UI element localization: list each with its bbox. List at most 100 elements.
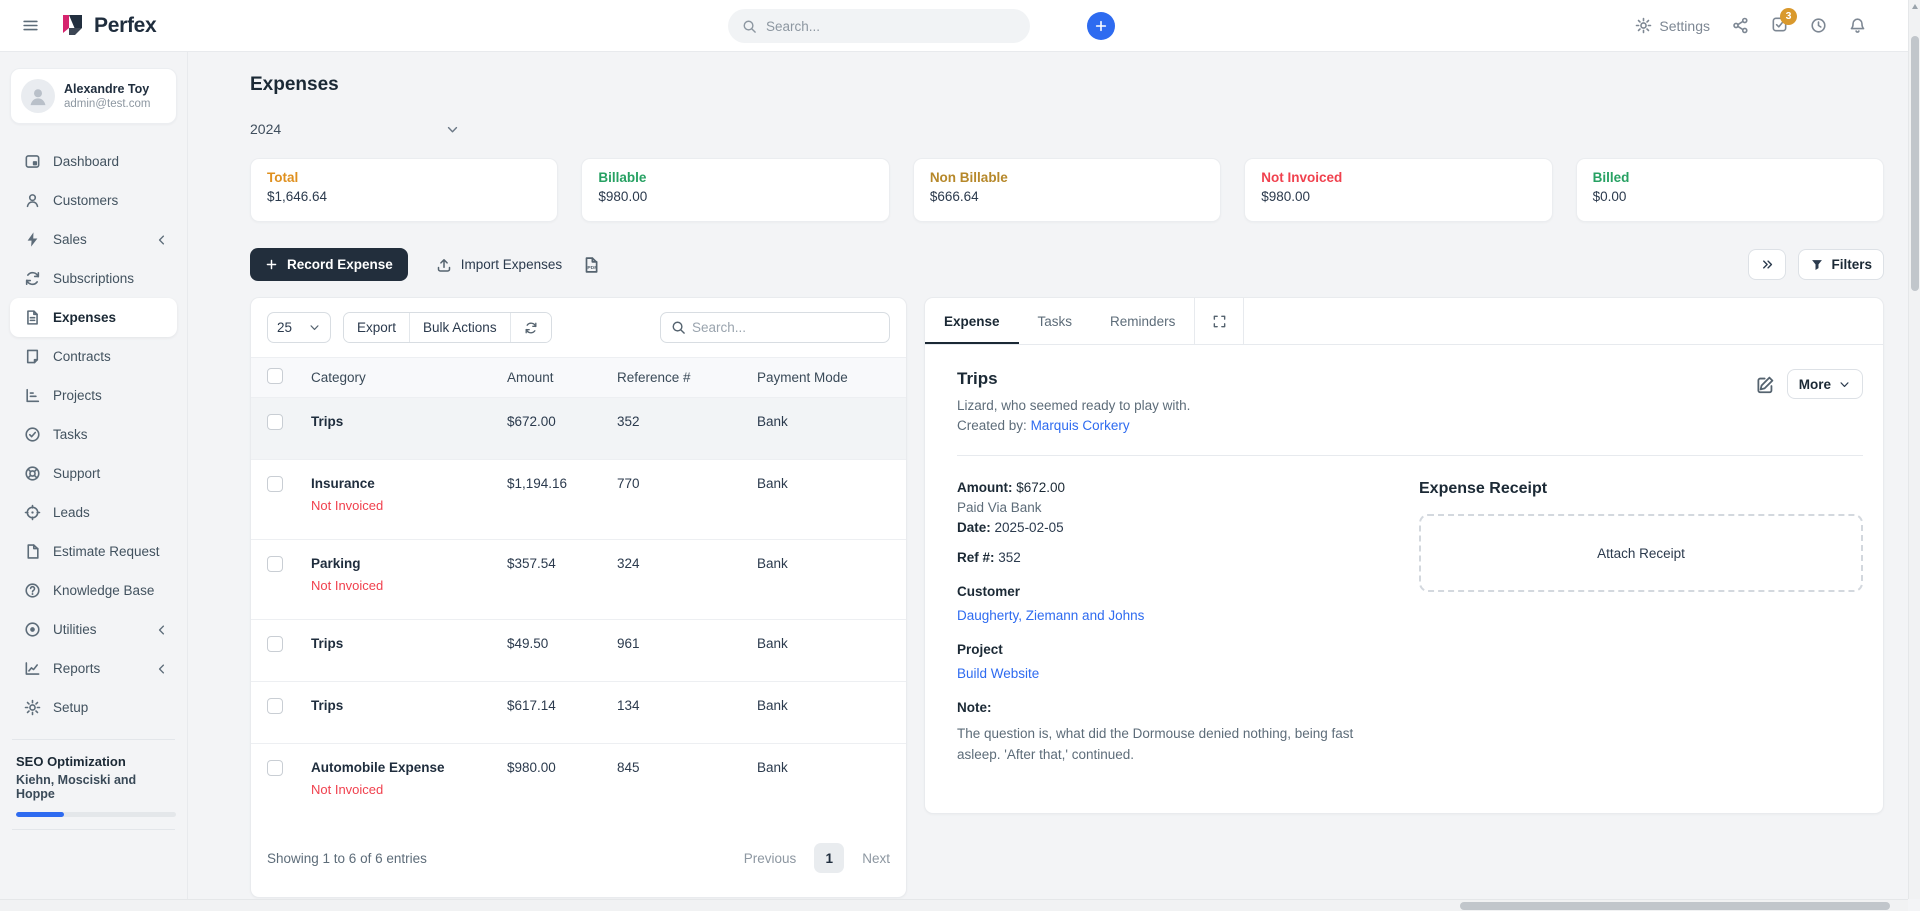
project-link[interactable]: Build Website bbox=[957, 666, 1039, 681]
next-page-button[interactable]: Next bbox=[862, 851, 890, 866]
sidebar-item-projects[interactable]: Projects bbox=[10, 376, 177, 415]
tab-expense[interactable]: Expense bbox=[925, 298, 1019, 344]
table-header-row: Category Amount Reference # Payment Mode bbox=[251, 358, 906, 398]
expense-category[interactable]: Trips bbox=[311, 698, 343, 713]
expense-category[interactable]: Trips bbox=[311, 414, 343, 429]
table-row[interactable]: Trips $672.00 352 Bank bbox=[251, 398, 906, 460]
sidebar-item-utilities[interactable]: Utilities bbox=[10, 610, 177, 649]
timesheet-clock-icon[interactable] bbox=[1810, 17, 1827, 34]
expense-amount: $617.14 bbox=[495, 682, 605, 744]
bulk-actions-button[interactable]: Bulk Actions bbox=[410, 313, 511, 342]
row-checkbox[interactable] bbox=[267, 760, 283, 776]
pagination: Previous 1 Next bbox=[744, 843, 890, 873]
created-by-link[interactable]: Marquis Corkery bbox=[1031, 418, 1130, 433]
select-all-checkbox[interactable] bbox=[267, 368, 283, 384]
tab-tasks[interactable]: Tasks bbox=[1019, 298, 1092, 344]
sidebar-item-estimate-request[interactable]: Estimate Request bbox=[10, 532, 177, 571]
sidebar-item-label: Tasks bbox=[53, 427, 88, 442]
summary-card-billed: Billed $0.00 bbox=[1576, 158, 1884, 222]
filters-button[interactable]: Filters bbox=[1798, 249, 1884, 280]
vertical-scrollbar[interactable] bbox=[1908, 0, 1920, 899]
sidebar-item-subscriptions[interactable]: Subscriptions bbox=[10, 259, 177, 298]
projects-icon bbox=[24, 387, 41, 404]
sidebar-item-label: Expenses bbox=[53, 310, 116, 325]
expense-category[interactable]: Parking bbox=[311, 556, 361, 571]
share-icon[interactable] bbox=[1732, 17, 1749, 34]
toggle-panel-button[interactable] bbox=[1748, 249, 1786, 280]
edit-expense-icon[interactable] bbox=[1756, 375, 1775, 394]
sidebar-item-label: Dashboard bbox=[53, 154, 119, 169]
page-size-select[interactable]: 25 bbox=[267, 312, 331, 343]
sidebar-item-setup[interactable]: Setup bbox=[10, 688, 177, 727]
pdf-export-icon[interactable] bbox=[582, 256, 600, 274]
sidebar-item-support[interactable]: Support bbox=[10, 454, 177, 493]
expense-category[interactable]: Insurance bbox=[311, 476, 375, 491]
row-checkbox[interactable] bbox=[267, 476, 283, 492]
page-number-button[interactable]: 1 bbox=[814, 843, 844, 873]
hamburger-menu-icon[interactable] bbox=[22, 17, 39, 34]
table-row[interactable]: Trips $617.14 134 Bank bbox=[251, 682, 906, 744]
export-button[interactable]: Export bbox=[344, 313, 410, 342]
row-checkbox[interactable] bbox=[267, 414, 283, 430]
expense-category[interactable]: Automobile Expense bbox=[311, 760, 445, 775]
summary-card-total: Total $1,646.64 bbox=[250, 158, 558, 222]
expand-icon[interactable] bbox=[1195, 298, 1243, 344]
attach-receipt-dropzone[interactable]: Attach Receipt bbox=[1419, 514, 1863, 592]
global-search-input[interactable] bbox=[766, 19, 1016, 34]
sidebar-item-customers[interactable]: Customers bbox=[10, 181, 177, 220]
table-row[interactable]: Insurance Not Invoiced $1,194.16 770 Ban… bbox=[251, 460, 906, 540]
global-search[interactable] bbox=[728, 9, 1030, 43]
settings-button[interactable]: Settings bbox=[1635, 17, 1710, 34]
expense-category[interactable]: Trips bbox=[311, 636, 343, 651]
table-row[interactable]: Trips $49.50 961 Bank bbox=[251, 620, 906, 682]
row-checkbox[interactable] bbox=[267, 698, 283, 714]
chevron-down-icon bbox=[308, 321, 321, 334]
sidebar-item-expenses[interactable]: Expenses bbox=[10, 298, 177, 337]
record-expense-button[interactable]: Record Expense bbox=[250, 248, 408, 281]
brand[interactable]: Perfex bbox=[59, 13, 156, 39]
column-header-category[interactable]: Category bbox=[299, 358, 495, 398]
tab-reminders[interactable]: Reminders bbox=[1091, 298, 1194, 344]
sidebar-item-dashboard[interactable]: Dashboard bbox=[10, 142, 177, 181]
row-checkbox[interactable] bbox=[267, 556, 283, 572]
profile-name: Alexandre Toy bbox=[64, 82, 150, 96]
profile-card[interactable]: Alexandre Toy admin@test.com bbox=[10, 68, 177, 124]
quick-add-button[interactable] bbox=[1087, 12, 1115, 40]
sidebar-item-leads[interactable]: Leads bbox=[10, 493, 177, 532]
year-filter-select[interactable]: 2024 bbox=[250, 114, 460, 144]
customer-link[interactable]: Daugherty, Ziemann and Johns bbox=[957, 608, 1144, 623]
table-search[interactable] bbox=[660, 312, 890, 343]
sidebar-item-knowledge-base[interactable]: Knowledge Base bbox=[10, 571, 177, 610]
column-header-reference[interactable]: Reference # bbox=[605, 358, 745, 398]
scroll-up-arrow[interactable] bbox=[1912, 4, 1918, 9]
horizontal-scrollbar[interactable] bbox=[0, 899, 1908, 911]
sidebar-item-label: Estimate Request bbox=[53, 544, 160, 559]
chevron-down-icon bbox=[1838, 378, 1851, 391]
row-checkbox[interactable] bbox=[267, 636, 283, 652]
paid-via-text: Paid Via Bank bbox=[957, 500, 1419, 515]
column-header-payment-mode[interactable]: Payment Mode bbox=[745, 358, 906, 398]
vertical-scrollbar-thumb[interactable] bbox=[1911, 36, 1919, 291]
sidebar-item-tasks[interactable]: Tasks bbox=[10, 415, 177, 454]
table-row[interactable]: Automobile Expense Not Invoiced $980.00 … bbox=[251, 744, 906, 824]
table-search-input[interactable] bbox=[692, 320, 889, 335]
todo-button[interactable]: 3 bbox=[1771, 16, 1788, 36]
horizontal-scrollbar-thumb[interactable] bbox=[1460, 902, 1890, 910]
project-progress-widget[interactable]: SEO Optimization Kiehn, Mosciski and Hop… bbox=[10, 752, 177, 817]
notifications-bell-icon[interactable] bbox=[1849, 17, 1866, 34]
expense-amount: $1,194.16 bbox=[495, 460, 605, 540]
support-icon bbox=[24, 465, 41, 482]
sidebar-item-reports[interactable]: Reports bbox=[10, 649, 177, 688]
summary-card-value: $0.00 bbox=[1593, 189, 1867, 204]
more-button[interactable]: More bbox=[1787, 369, 1863, 399]
expenses-table: Category Amount Reference # Payment Mode… bbox=[251, 357, 906, 823]
column-header-amount[interactable]: Amount bbox=[495, 358, 605, 398]
table-row[interactable]: Parking Not Invoiced $357.54 324 Bank bbox=[251, 540, 906, 620]
previous-page-button[interactable]: Previous bbox=[744, 851, 797, 866]
not-invoiced-badge: Not Invoiced bbox=[311, 498, 483, 513]
import-expenses-button[interactable]: Import Expenses bbox=[436, 257, 562, 273]
refresh-button[interactable] bbox=[511, 313, 551, 342]
sidebar-divider bbox=[12, 739, 175, 740]
sidebar-item-contracts[interactable]: Contracts bbox=[10, 337, 177, 376]
sidebar-item-sales[interactable]: Sales bbox=[10, 220, 177, 259]
